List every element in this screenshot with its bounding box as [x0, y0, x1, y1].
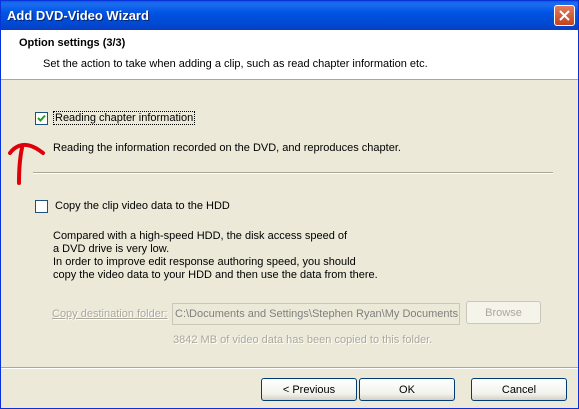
description-line: copy the video data to your HDD and then… — [53, 269, 378, 281]
step-description: Set the action to take when adding a cli… — [43, 58, 428, 70]
window-title: Add DVD-Video Wizard — [7, 8, 149, 23]
header-panel: Option settings (3/3) Set the action to … — [1, 30, 578, 80]
ok-button[interactable]: OK — [359, 378, 455, 401]
description-line: In order to improve edit response author… — [53, 256, 356, 268]
ok-label: OK — [399, 383, 415, 396]
browse-button[interactable]: Browse — [466, 301, 541, 324]
previous-button[interactable]: < Previous — [261, 378, 357, 401]
title-bar[interactable]: Add DVD-Video Wizard — [1, 1, 578, 30]
browse-label: Browse — [485, 306, 522, 319]
cancel-label: Cancel — [501, 383, 537, 396]
description-line: Compared with a high-speed HDD, the disk… — [53, 230, 348, 242]
description-line: a DVD drive is very low. — [53, 243, 170, 255]
footer-separator — [1, 367, 578, 369]
read-chapter-label[interactable]: Reading chapter information — [53, 111, 196, 125]
copy-clip-description: Compared with a high-speed HDD, the disk… — [53, 230, 378, 282]
previous-label: < Previous — [282, 383, 336, 396]
cancel-button[interactable]: Cancel — [471, 378, 567, 401]
wizard-window: Add DVD-Video Wizard Option settings (3/… — [0, 0, 579, 409]
annotation-arrow — [8, 142, 45, 185]
options-separator — [33, 172, 553, 174]
copy-clip-checkbox[interactable] — [35, 200, 48, 213]
copy-clip-label[interactable]: Copy the clip video data to the HDD — [55, 200, 230, 212]
destination-folder-label: Copy destination folder: — [52, 308, 168, 320]
checkmark-icon — [37, 114, 46, 122]
close-button[interactable] — [554, 5, 575, 26]
close-icon — [559, 10, 570, 21]
step-title: Option settings (3/3) — [19, 37, 126, 49]
read-chapter-description: Reading the information recorded on the … — [53, 142, 401, 154]
destination-folder-field[interactable]: C:\Documents and Settings\Stephen Ryan\M… — [172, 303, 460, 325]
copied-status: 3842 MB of video data has been copied to… — [173, 334, 433, 346]
read-chapter-checkbox[interactable] — [35, 112, 48, 125]
